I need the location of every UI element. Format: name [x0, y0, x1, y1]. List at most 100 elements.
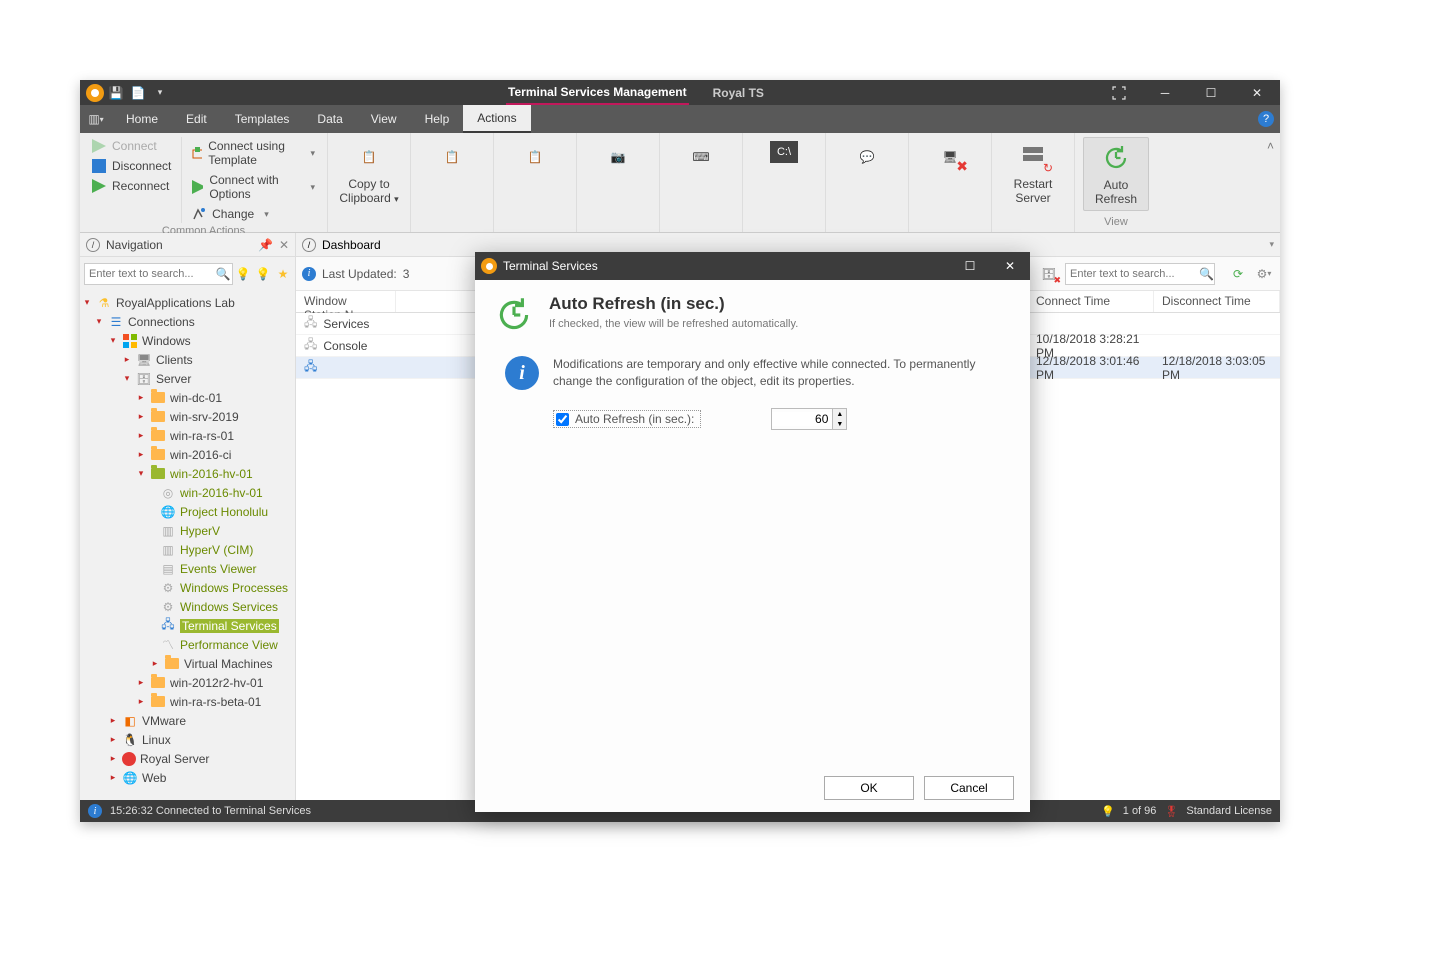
terminal-services-icon: 🖧: [160, 618, 176, 634]
ribbon-btn-msg[interactable]: 💬: [834, 137, 900, 177]
info-icon: i: [302, 267, 316, 281]
stack-icon: ▥: [160, 523, 176, 539]
refresh-interval-field[interactable]: [772, 412, 832, 426]
col-ct: Connect Time: [1028, 291, 1154, 312]
nav-title: Navigation: [106, 238, 252, 252]
restart-server-button[interactable]: ↻ RestartServer: [1000, 137, 1066, 209]
tree-connections: Connections: [128, 315, 195, 329]
bulb-on-icon[interactable]: 💡: [235, 266, 251, 282]
reconnect-button[interactable]: Reconnect: [88, 177, 175, 195]
bulb-icon[interactable]: 💡: [1101, 805, 1115, 818]
quick-save-icon[interactable]: 💾: [108, 85, 124, 101]
ribbon: Connect Disconnect Reconnect Connect usi…: [80, 133, 1280, 233]
close-button[interactable]: ✕: [1234, 80, 1280, 105]
menu-edit[interactable]: Edit: [172, 105, 221, 133]
nav-tree[interactable]: ▾⚗RoyalApplications Lab ▾☰Connections ▾W…: [80, 291, 295, 800]
folder-icon: [151, 392, 165, 403]
clipboard-icon: 📋: [353, 141, 385, 173]
srv-3: win-2016-ci: [170, 448, 231, 462]
cancel-button[interactable]: Cancel: [924, 776, 1014, 800]
child-1: Project Honolulu: [180, 505, 268, 519]
ribbon-btn-camera[interactable]: 📷: [585, 137, 651, 177]
monitor-off-icon: 🖥✖: [934, 141, 966, 173]
dialog-title: Terminal Services: [503, 259, 598, 273]
folder-icon: [151, 430, 165, 441]
flask-icon: ⚗: [96, 295, 112, 311]
ribbon-btn-keys[interactable]: ⌨: [668, 137, 734, 177]
info-circle-icon: i: [505, 356, 539, 390]
auto-refresh-check-input[interactable]: [556, 413, 569, 426]
focus-mode-icon[interactable]: [1096, 80, 1142, 105]
dash-search-input[interactable]: [1065, 263, 1215, 285]
tree-root: RoyalApplications Lab: [116, 296, 235, 310]
quick-more-icon[interactable]: ▾: [152, 85, 168, 101]
stack-icon: ▥: [160, 542, 176, 558]
tree-server: Server: [156, 372, 191, 386]
dialog-close-button[interactable]: ✕: [990, 252, 1030, 280]
disconnect-button[interactable]: Disconnect: [88, 157, 175, 175]
terminal-icon: C:\: [770, 141, 798, 163]
target-icon: ◎: [160, 485, 176, 501]
menu-home[interactable]: Home: [112, 105, 172, 133]
nav-search-input[interactable]: [84, 263, 233, 285]
auto-refresh-checkbox[interactable]: Auto Refresh (in sec.):: [553, 410, 701, 428]
dialog-maximize-button[interactable]: ☐: [950, 252, 990, 280]
ribbon-collapse-icon[interactable]: ˄: [1157, 133, 1280, 232]
server-restart-icon: ↻: [1017, 141, 1049, 173]
status-license: Standard License: [1186, 805, 1272, 817]
help-icon[interactable]: ?: [1252, 105, 1280, 133]
menu-help[interactable]: Help: [411, 105, 464, 133]
srv-active: win-2016-hv-01: [170, 467, 253, 481]
bottom-1: Linux: [142, 733, 171, 747]
auto-refresh-button[interactable]: Auto Refresh: [1083, 137, 1149, 211]
web-icon: 🌐: [122, 770, 138, 786]
linux-icon: 🐧: [122, 732, 138, 748]
connect-button[interactable]: Connect: [88, 137, 175, 155]
dialog-info-text: Modifications are temporary and only eff…: [553, 356, 1000, 390]
child-4: Events Viewer: [180, 562, 256, 576]
minimize-button[interactable]: ─: [1142, 80, 1188, 105]
settings-icon[interactable]: ⚙▾: [1254, 264, 1274, 284]
ribbon-btn-monitor[interactable]: 🖥✖: [917, 137, 983, 177]
app-name: Royal TS: [713, 86, 764, 100]
ribbon-btn-2[interactable]: 📋: [419, 137, 485, 177]
maximize-button[interactable]: ☐: [1188, 80, 1234, 105]
menu-layout-icon[interactable]: ▥▾: [80, 105, 112, 133]
titlebar: 💾 📄 ▾ Terminal Services Management Royal…: [80, 80, 1280, 105]
change-button[interactable]: Change: [188, 205, 319, 223]
connections-icon: ☰: [108, 314, 124, 330]
spin-down-button[interactable]: ▼: [832, 419, 846, 429]
tree-windows: Windows: [142, 334, 191, 348]
refresh-interval-input[interactable]: ▲▼: [771, 408, 847, 430]
ts-ico-4[interactable]: 🗄✖: [1039, 264, 1059, 284]
nav-toggle-icon[interactable]: /: [86, 238, 100, 252]
menu-actions[interactable]: Actions: [463, 105, 530, 133]
bulb-off-icon[interactable]: 💡: [255, 266, 271, 282]
child-7: Terminal Services: [180, 619, 279, 633]
menu-view[interactable]: View: [357, 105, 411, 133]
title-tab[interactable]: Terminal Services Management: [506, 81, 689, 105]
copy-clipboard-button[interactable]: 📋 Copy toClipboard ▾: [336, 137, 402, 209]
session-icon: 🖧: [304, 357, 317, 378]
connect-options-button[interactable]: Connect with Options: [188, 171, 319, 203]
panel-close-icon[interactable]: ✕: [279, 238, 289, 252]
ok-button[interactable]: OK: [824, 776, 914, 800]
app-window: 💾 📄 ▾ Terminal Services Management Royal…: [80, 80, 1280, 822]
child-3: HyperV (CIM): [180, 543, 253, 557]
navigation-panel: / Navigation 📌 ✕ 🔍 💡 💡 ★ ▾⚗RoyalApplicat…: [80, 233, 296, 800]
status-info-icon: i: [88, 804, 102, 818]
dialog-titlebar[interactable]: Terminal Services ☐ ✕: [475, 252, 1030, 280]
star-icon[interactable]: ★: [275, 266, 291, 282]
quick-doc-icon[interactable]: 📄: [130, 85, 146, 101]
dash-dropdown-icon[interactable]: ▾: [1269, 239, 1274, 250]
menu-data[interactable]: Data: [303, 105, 356, 133]
col-dt: Disconnect Time: [1154, 291, 1280, 312]
ribbon-btn-cmd[interactable]: C:\: [751, 137, 817, 167]
ribbon-btn-3[interactable]: 📋: [502, 137, 568, 177]
pin-icon[interactable]: 📌: [258, 238, 273, 252]
spin-up-button[interactable]: ▲: [832, 409, 846, 419]
connect-template-button[interactable]: Connect using Template: [188, 137, 319, 169]
refresh-small-icon[interactable]: ⟳: [1228, 264, 1248, 284]
menu-templates[interactable]: Templates: [221, 105, 304, 133]
dash-toggle-icon[interactable]: /: [302, 238, 316, 252]
